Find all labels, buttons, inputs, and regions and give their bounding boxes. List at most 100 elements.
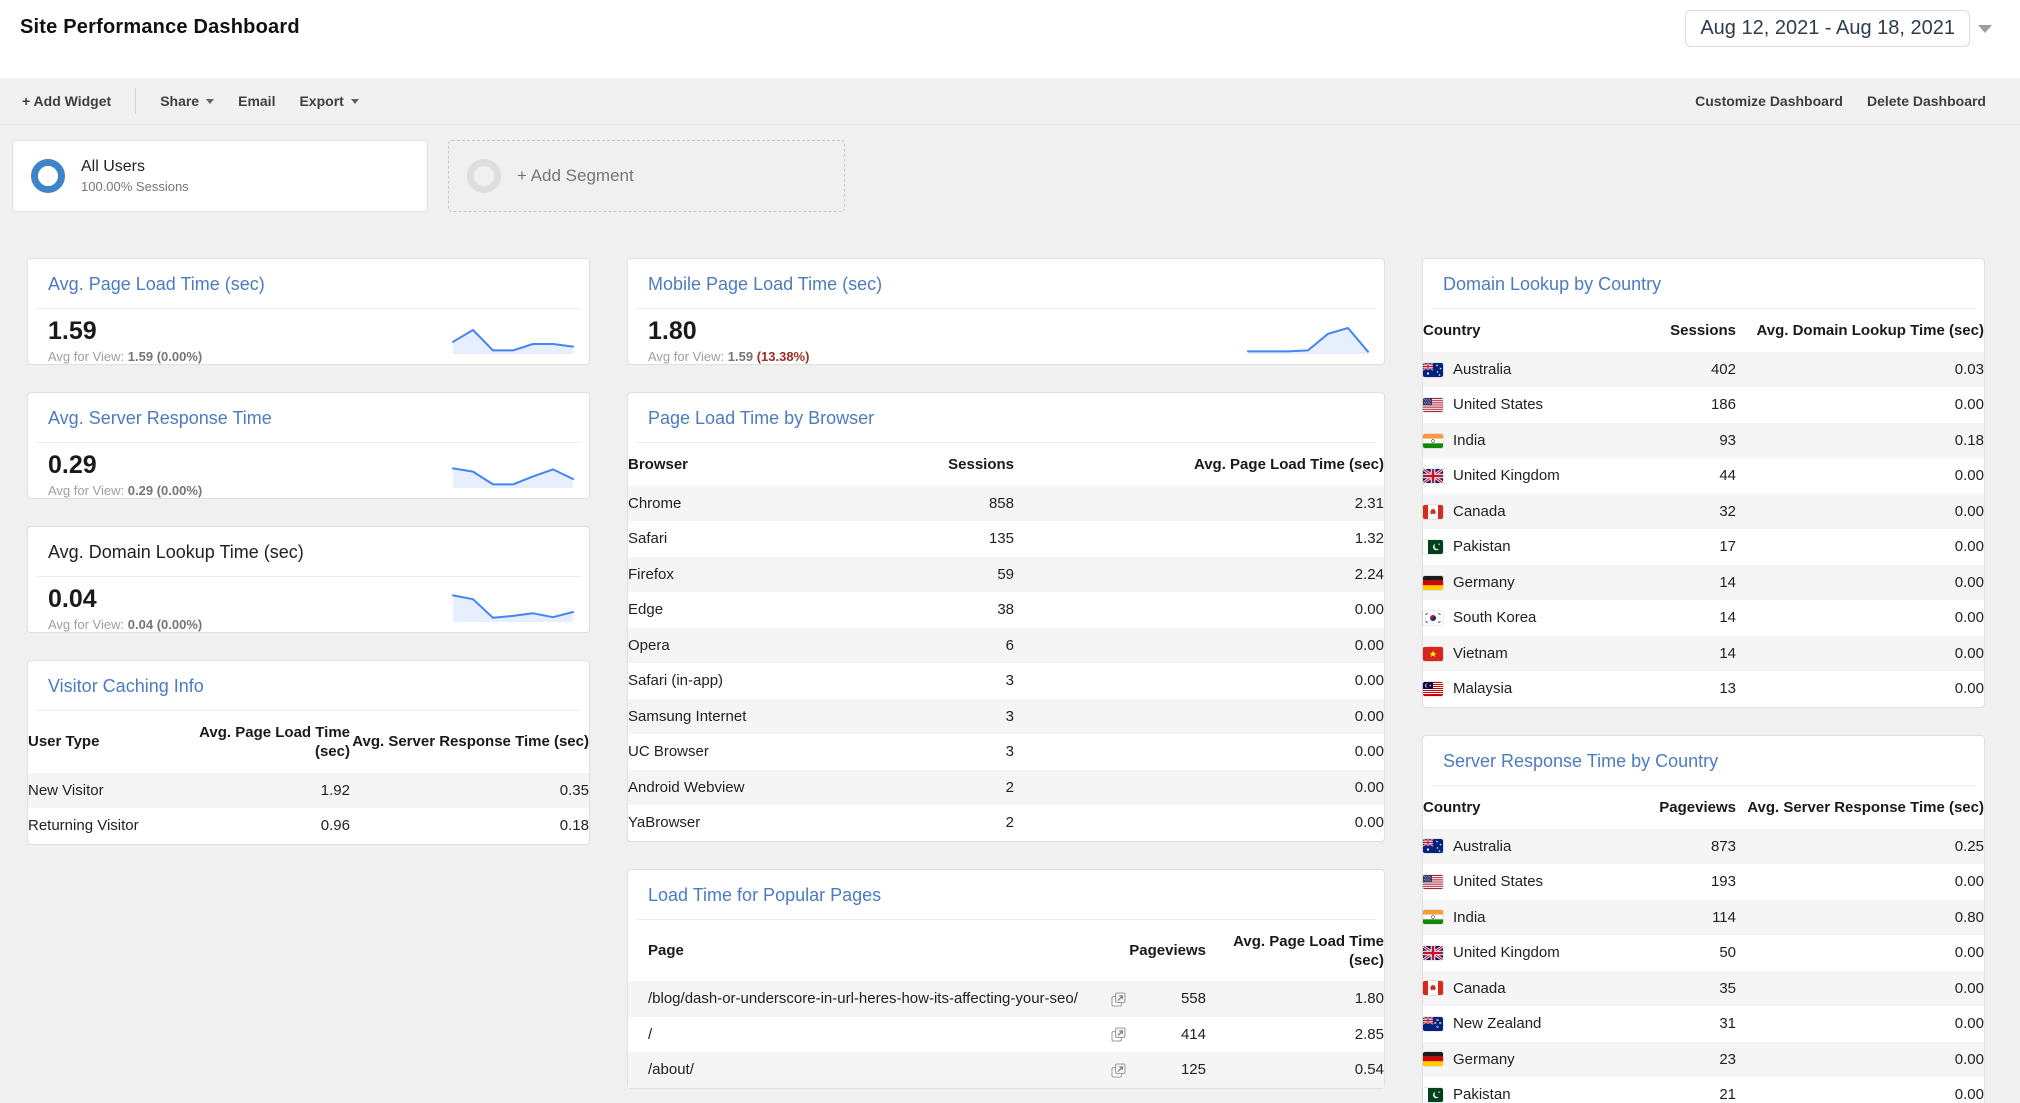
open-in-new-icon[interactable] xyxy=(1111,992,1126,1007)
column-header: Page xyxy=(628,922,1126,982)
value-cell: 59 xyxy=(838,557,1014,593)
value-cell: 2.85 xyxy=(1206,1017,1384,1053)
export-button[interactable]: Export xyxy=(287,87,370,115)
date-range-value[interactable]: Aug 12, 2021 - Aug 18, 2021 xyxy=(1685,10,1970,47)
widget-title-link[interactable]: Load Time for Popular Pages xyxy=(628,870,1384,906)
segment-all-users[interactable]: All Users 100.00% Sessions xyxy=(12,140,428,212)
label-cell: Chrome xyxy=(628,486,838,522)
count-cell: 114 xyxy=(1603,900,1736,936)
page-cell: /about/ xyxy=(628,1052,1126,1088)
label-cell: Firefox xyxy=(628,557,838,593)
pageviews-cell: 125 xyxy=(1126,1052,1206,1088)
widget-title-link[interactable]: Domain Lookup by Country xyxy=(1423,259,1984,295)
count-cell: 17 xyxy=(1603,529,1736,565)
value-cell: 0.00 xyxy=(1736,494,1984,530)
label-cell: Opera xyxy=(628,628,838,664)
value-cell: 1.92 xyxy=(160,773,350,809)
value-cell: 0.00 xyxy=(1736,1077,1984,1103)
country-label: Australia xyxy=(1453,360,1511,380)
dashboard-content: All Users 100.00% Sessions + Add Segment… xyxy=(0,125,2020,1103)
date-range-selector[interactable]: Aug 12, 2021 - Aug 18, 2021 xyxy=(1685,10,1992,47)
value-cell: 0.00 xyxy=(1736,636,1984,672)
value-cell: 0.03 xyxy=(1736,352,1984,388)
country-label: Vietnam xyxy=(1453,644,1508,664)
export-label: Export xyxy=(299,93,343,109)
table-row: United States1860.00 xyxy=(1423,387,1984,423)
table-row: Australia8730.25 xyxy=(1423,829,1984,865)
site-performance-dashboard-page: Site Performance Dashboard Aug 12, 2021 … xyxy=(0,0,2020,1103)
value-cell: 3 xyxy=(838,699,1014,735)
table-row: Germany140.00 xyxy=(1423,565,1984,601)
widget-avg-server-response-time: Avg. Server Response Time 0.29 Avg for V… xyxy=(27,392,590,499)
segments-bar: All Users 100.00% Sessions + Add Segment xyxy=(12,140,2008,212)
country-cell: Germany xyxy=(1423,1042,1603,1078)
column-header: Avg. Page Load Time (sec) xyxy=(1206,922,1384,982)
country-cell: Australia xyxy=(1423,829,1603,865)
country-label: New Zealand xyxy=(1453,1014,1541,1034)
segment-sessions: 100.00% Sessions xyxy=(81,179,189,194)
flag-vietnam-icon xyxy=(1423,647,1443,661)
label-cell: YaBrowser xyxy=(628,805,838,841)
value-cell: 0.00 xyxy=(1014,734,1384,770)
page-title: Site Performance Dashboard xyxy=(20,16,300,39)
flag-canada-icon xyxy=(1423,981,1443,995)
customize-dashboard-button[interactable]: Customize Dashboard xyxy=(1683,87,1855,115)
column-header: Avg. Domain Lookup Time (sec) xyxy=(1736,311,1984,352)
page-cell: / xyxy=(628,1017,1126,1053)
widget-avg-page-load-time: Avg. Page Load Time (sec) 1.59 Avg for V… xyxy=(27,258,590,365)
column-header: Pageviews xyxy=(1603,788,1736,829)
count-cell: 13 xyxy=(1603,671,1736,707)
delete-dashboard-button[interactable]: Delete Dashboard xyxy=(1855,87,1998,115)
table-row: Safari (in-app)30.00 xyxy=(628,663,1384,699)
toolbar-divider xyxy=(135,88,136,114)
widget-title-link[interactable]: Avg. Page Load Time (sec) xyxy=(28,259,589,295)
table-row: Germany230.00 xyxy=(1423,1042,1984,1078)
country-label: India xyxy=(1453,908,1486,928)
table-row: Canada320.00 xyxy=(1423,494,1984,530)
share-button[interactable]: Share xyxy=(148,87,226,115)
country-label: Pakistan xyxy=(1453,537,1511,557)
widget-title-link[interactable]: Server Response Time by Country xyxy=(1423,736,1984,772)
flag-australia-icon xyxy=(1423,839,1443,853)
country-cell: United Kingdom xyxy=(1423,458,1603,494)
value-cell: 0.00 xyxy=(1736,600,1984,636)
table-row: India1140.80 xyxy=(1423,900,1984,936)
add-widget-button[interactable]: + Add Widget xyxy=(10,87,123,115)
open-in-new-icon[interactable] xyxy=(1111,1027,1126,1042)
value-cell: 3 xyxy=(838,734,1014,770)
country-label: Canada xyxy=(1453,502,1506,522)
value-cell: 0.00 xyxy=(1736,971,1984,1007)
country-label: United States xyxy=(1453,872,1543,892)
flag-australia-icon xyxy=(1423,363,1443,377)
column-header: User Type xyxy=(28,713,160,773)
count-cell: 193 xyxy=(1603,864,1736,900)
count-cell: 186 xyxy=(1603,387,1736,423)
page-cell: /blog/dash-or-underscore-in-url-heres-ho… xyxy=(628,981,1126,1017)
country-cell: United States xyxy=(1423,864,1603,900)
open-in-new-icon[interactable] xyxy=(1111,1063,1126,1078)
table-row: Pakistan170.00 xyxy=(1423,529,1984,565)
value-cell: 858 xyxy=(838,486,1014,522)
table-row: YaBrowser20.00 xyxy=(628,805,1384,841)
widget-title-link[interactable]: Avg. Server Response Time xyxy=(28,393,589,429)
domain-lookup-by-country-table: Country Sessions Avg. Domain Lookup Time… xyxy=(1423,311,1984,707)
label-cell: UC Browser xyxy=(628,734,838,770)
value-cell: 0.00 xyxy=(1736,1006,1984,1042)
widget-title-link[interactable]: Mobile Page Load Time (sec) xyxy=(628,259,1384,295)
widget-title-link[interactable]: Page Load Time by Browser xyxy=(628,393,1384,429)
table-row: Opera60.00 xyxy=(628,628,1384,664)
email-button[interactable]: Email xyxy=(226,87,287,115)
flag-germany-icon xyxy=(1423,576,1443,590)
add-segment-button[interactable]: + Add Segment xyxy=(448,140,845,212)
table-row: Canada350.00 xyxy=(1423,971,1984,1007)
segment-label: All Users xyxy=(81,158,189,176)
table-row: Australia4020.03 xyxy=(1423,352,1984,388)
column-header: Sessions xyxy=(838,445,1014,486)
table-row: Chrome8582.31 xyxy=(628,486,1384,522)
widget-title-link[interactable]: Visitor Caching Info xyxy=(28,661,589,697)
table-row: Safari1351.32 xyxy=(628,521,1384,557)
value-cell: 0.54 xyxy=(1206,1052,1384,1088)
widget-title: Avg. Domain Lookup Time (sec) xyxy=(28,527,589,563)
value-cell: 2 xyxy=(838,770,1014,806)
count-cell: 21 xyxy=(1603,1077,1736,1103)
